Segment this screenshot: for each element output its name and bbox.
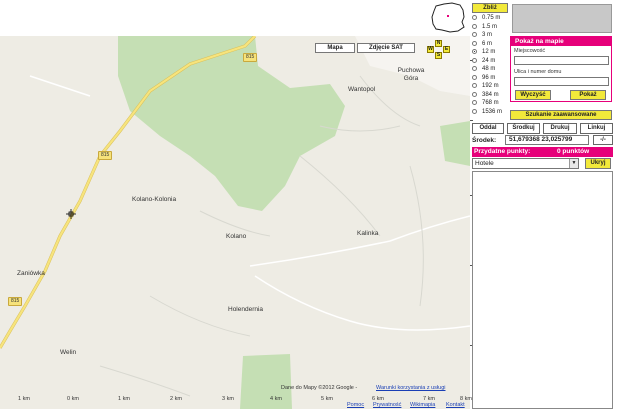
terms-link[interactable]: Warunki korzystania z usługi <box>376 385 446 391</box>
scale-label: 4 km <box>270 396 282 402</box>
wikimapia-link[interactable]: Wikimapia <box>410 402 435 408</box>
radio-icon[interactable] <box>472 66 477 71</box>
zoom-level-option[interactable]: 384 m <box>472 91 510 99</box>
zoom-level-label: 6 m <box>482 40 493 47</box>
zoom-level-label: 1.5 m <box>482 23 498 30</box>
points-header-label: Przydatne punkty: <box>474 148 531 155</box>
radio-icon[interactable] <box>472 15 477 20</box>
hide-points-button[interactable]: Ukryj <box>585 158 611 169</box>
place-label: Wantopol <box>348 86 376 93</box>
zoom-levels: 0.75 m 1.5 m 3 m 6 m 12 m 24 m 48 m 96 m 192 m 38… <box>472 0 510 125</box>
radio-icon[interactable] <box>472 91 477 97</box>
zoom-level-option[interactable]: 24 m <box>472 57 510 65</box>
preview-box <box>512 4 612 33</box>
help-link[interactable]: Pomoc <box>347 402 364 408</box>
zoom-level-option[interactable]: 0.75 m <box>472 14 510 22</box>
scale-label: 2 km <box>170 396 182 402</box>
road-number-badge: 815 <box>243 53 258 62</box>
road-number-badge: 815 <box>98 151 113 160</box>
zoom-level-option[interactable]: 3 m <box>472 31 510 39</box>
scale-label: 1 km <box>18 396 30 402</box>
radio-icon[interactable] <box>472 57 477 63</box>
place-label: Zaniówka <box>17 270 45 277</box>
zoom-level-option[interactable]: 6 m <box>472 40 510 48</box>
clear-button[interactable]: Wyczyść <box>515 90 551 100</box>
radio-icon[interactable] <box>472 108 477 114</box>
zoom-level-label: 1536 m <box>482 108 503 115</box>
zoom-level-option[interactable]: 768 m <box>472 99 510 107</box>
zoom-level-option[interactable]: 12 m <box>472 48 510 56</box>
zoom-level-label: 96 m <box>482 74 496 81</box>
print-button[interactable]: Drukuj <box>543 123 577 134</box>
category-select-value: Hotele <box>475 160 494 167</box>
city-label: Miejscowość <box>514 48 546 54</box>
zoom-level-label: 24 m <box>482 57 496 64</box>
radio-icon[interactable] <box>472 100 477 105</box>
chevron-down-icon[interactable]: ▼ <box>569 159 578 168</box>
map-type-map-button[interactable]: Mapa <box>315 43 355 53</box>
road-number-badge: 815 <box>8 297 23 306</box>
radio-icon[interactable] <box>472 74 477 80</box>
center-options-button[interactable]: -/- <box>593 135 613 145</box>
scale-label: 1 km <box>118 396 130 402</box>
pan-west-button[interactable]: W <box>427 46 434 53</box>
street-label: Ulica i numer domu <box>514 69 562 75</box>
zoom-level-label: 192 m <box>482 83 499 89</box>
place-label: Welin <box>60 349 77 356</box>
radio-icon[interactable] <box>472 83 477 88</box>
map-attribution: Dane do Mapy ©2012 Google - <box>281 385 358 391</box>
search-panel: Pokaż na mapie Miejscowość Ulica i numer… <box>510 36 612 102</box>
search-panel-header: Pokaż na mapie <box>511 37 611 46</box>
zoom-level-label: 384 m <box>482 91 499 98</box>
pan-south-button[interactable]: S <box>435 52 442 59</box>
poland-map-icon[interactable] <box>430 2 466 34</box>
city-input[interactable] <box>514 56 609 65</box>
radio-icon[interactable] <box>472 32 477 37</box>
zoom-level-option[interactable]: 1.5 m <box>472 23 510 31</box>
place-label: Kolano-Kolonia <box>132 196 177 203</box>
map-type-satellite-button[interactable]: Zdjęcie SAT <box>357 43 415 53</box>
scale-label: 0 km <box>67 396 79 402</box>
map-canvas[interactable]: Mapa Zdjęcie SAT N W E S 815 815 815 Puc… <box>0 36 470 409</box>
place-label: Holendernia <box>228 306 264 313</box>
radio-icon[interactable] <box>472 23 477 29</box>
place-label: Kalinka <box>357 230 379 237</box>
zoom-level-option[interactable]: 48 m <box>472 65 510 73</box>
privacy-link[interactable]: Prywatność <box>373 402 401 408</box>
pan-north-button[interactable]: N <box>435 40 442 47</box>
contact-link[interactable]: Kontakt <box>446 402 465 408</box>
center-label: Środek: <box>472 137 497 144</box>
link-button[interactable]: Linkuj <box>580 123 613 134</box>
radio-icon[interactable] <box>472 49 477 54</box>
advanced-search-button[interactable]: Szukanie zaawansowane <box>510 110 612 120</box>
scale-label: 5 km <box>321 396 333 402</box>
zoom-level-option[interactable]: 1536 m <box>472 108 510 116</box>
category-select[interactable]: Hotele ▼ <box>472 158 579 169</box>
points-count: 0 punktów <box>557 148 590 155</box>
zoom-level-label: 12 m <box>482 49 496 55</box>
center-coordinates-field[interactable]: 51,679368 23,025799 <box>505 135 589 145</box>
street-input[interactable] <box>514 77 609 86</box>
zoom-level-option[interactable]: 192 m <box>472 82 510 90</box>
radio-icon[interactable] <box>472 40 477 46</box>
place-label: Puchowa Góra <box>397 67 425 82</box>
zoom-level-option[interactable]: 96 m <box>472 74 510 82</box>
show-button[interactable]: Pokaż <box>570 90 606 100</box>
zoom-level-label: 3 m <box>482 32 493 38</box>
zoom-level-label: 768 m <box>482 100 499 106</box>
place-label: Kolano <box>226 233 247 240</box>
zoom-out-button[interactable]: Oddal <box>472 123 504 134</box>
zoom-level-label: 0.75 m <box>482 15 501 21</box>
scale-label: 3 km <box>222 396 234 402</box>
zoom-level-label: 48 m <box>482 66 496 72</box>
center-button[interactable]: Środkuj <box>507 123 540 134</box>
points-header: Przydatne punkty: 0 punktów <box>472 147 613 157</box>
points-results-panel <box>472 171 613 409</box>
pan-east-button[interactable]: E <box>443 46 450 53</box>
